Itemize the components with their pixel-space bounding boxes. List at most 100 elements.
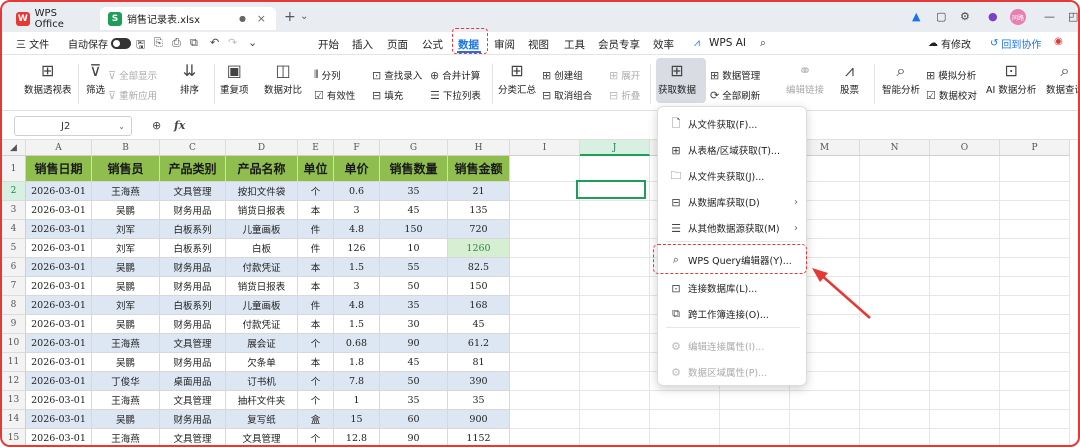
menu-view[interactable]: 视图 <box>528 37 549 52</box>
empty-cell[interactable] <box>1000 220 1070 239</box>
menu-page[interactable]: 页面 <box>387 37 408 52</box>
table-cell[interactable]: 90 <box>380 334 448 353</box>
empty-cell[interactable] <box>580 296 650 315</box>
table-cell[interactable]: 3 <box>334 201 380 220</box>
table-cell[interactable]: 文具管理 <box>160 334 226 353</box>
empty-cell[interactable] <box>930 201 1000 220</box>
modified-button[interactable]: ☁ 有修改 <box>928 36 971 51</box>
empty-cell[interactable] <box>650 391 720 410</box>
table-cell[interactable]: 销货日报表 <box>226 277 298 296</box>
row-header[interactable]: 1 <box>2 156 26 182</box>
table-cell[interactable]: 4.8 <box>334 296 380 315</box>
table-cell[interactable]: 财务用品 <box>160 277 226 296</box>
table-cell[interactable]: 刘军 <box>92 239 160 258</box>
share-icon[interactable]: ⎘ <box>154 36 163 50</box>
empty-cell[interactable] <box>1000 429 1070 445</box>
table-cell[interactable]: 财务用品 <box>160 201 226 220</box>
dropdown-item[interactable]: ⧉ 跨工作簿连接(O)... <box>658 301 808 327</box>
table-cell[interactable]: 件 <box>298 239 334 258</box>
table-cell[interactable]: 刘军 <box>92 220 160 239</box>
column-header[interactable]: A <box>26 140 92 156</box>
close-tab-icon[interactable]: × <box>257 12 266 25</box>
empty-cell[interactable] <box>860 391 930 410</box>
empty-cell[interactable] <box>650 410 720 429</box>
table-cell[interactable]: 吴鹏 <box>92 277 160 296</box>
dropdown-item[interactable]: ⊞ 从表格/区域获取(T)... <box>658 137 808 163</box>
table-cell[interactable]: 35 <box>380 182 448 201</box>
member-icon[interactable]: ● <box>988 10 998 23</box>
table-cell[interactable]: 盒 <box>298 410 334 429</box>
empty-cell[interactable] <box>580 201 650 220</box>
table-cell[interactable]: 订书机 <box>226 372 298 391</box>
show-all-button[interactable]: ⊽ 全部显示 <box>108 68 157 83</box>
column-header[interactable]: B <box>92 140 160 156</box>
name-box[interactable]: J2 ⌄ <box>14 116 132 136</box>
collapse-button[interactable]: ⊟ 折叠 <box>609 88 640 103</box>
empty-cell[interactable] <box>1000 372 1070 391</box>
table-cell[interactable]: 2026-03-01 <box>26 391 92 410</box>
settings-icon[interactable]: ⚙ <box>960 10 970 23</box>
table-cell[interactable]: 儿童画板 <box>226 220 298 239</box>
table-cell[interactable]: 本 <box>298 315 334 334</box>
empty-cell[interactable] <box>510 296 580 315</box>
column-header[interactable]: E <box>298 140 334 156</box>
empty-cell[interactable] <box>580 410 650 429</box>
empty-cell[interactable] <box>930 353 1000 372</box>
smart-analysis-button[interactable]: ⌕ 智能分析 <box>882 60 920 96</box>
empty-cell[interactable] <box>1000 201 1070 220</box>
reapply-button[interactable]: ⊽ 重新应用 <box>108 88 157 103</box>
empty-cell[interactable] <box>1000 410 1070 429</box>
table-cell[interactable]: 本 <box>298 353 334 372</box>
empty-cell[interactable] <box>510 239 580 258</box>
table-cell[interactable]: 55 <box>380 258 448 277</box>
dropdown-item[interactable]: ⚙ 数据区域属性(P)... <box>658 359 808 385</box>
empty-cell[interactable] <box>580 372 650 391</box>
empty-cell[interactable] <box>510 372 580 391</box>
table-cell[interactable]: 财务用品 <box>160 353 226 372</box>
table-cell[interactable]: 个 <box>298 391 334 410</box>
table-cell[interactable]: 付款凭证 <box>226 258 298 277</box>
empty-cell[interactable] <box>860 182 930 201</box>
table-cell[interactable]: 45 <box>380 353 448 372</box>
column-header[interactable]: G <box>380 140 448 156</box>
tab-list-chevron-icon[interactable]: ⌄ <box>300 11 308 22</box>
table-cell[interactable]: 财务用品 <box>160 258 226 277</box>
dropdown-item[interactable]: ⊟ 从数据库获取(D) › <box>658 189 808 215</box>
row-header[interactable]: 6 <box>2 258 26 277</box>
empty-cell[interactable] <box>510 182 580 201</box>
table-cell[interactable]: 2026-03-01 <box>26 315 92 334</box>
what-if-button[interactable]: ⊞ 模拟分析 <box>926 68 976 83</box>
table-cell[interactable]: 2026-03-01 <box>26 334 92 353</box>
select-all-corner[interactable]: ◢ <box>2 140 26 156</box>
tab-wps-office[interactable]: W WPS Office <box>8 7 96 30</box>
empty-cell[interactable] <box>580 277 650 296</box>
column-header[interactable]: P <box>1000 140 1070 156</box>
compare-button[interactable]: ◫ 数据对比 <box>264 60 302 96</box>
row-header[interactable]: 3 <box>2 201 26 220</box>
table-cell[interactable]: 本 <box>298 258 334 277</box>
column-header[interactable]: C <box>160 140 226 156</box>
record-icon[interactable]: ◉ <box>1054 36 1063 47</box>
menu-member[interactable]: 会员专享 <box>598 37 640 52</box>
search-icon[interactable]: ⌕ <box>760 37 766 50</box>
table-cell[interactable]: 90 <box>380 429 448 445</box>
empty-cell[interactable] <box>720 391 790 410</box>
table-cell[interactable]: 45 <box>448 315 510 334</box>
create-group-button[interactable]: ⊞ 创建组 <box>542 68 583 83</box>
dropdown-item[interactable]: ⚙ 编辑连接属性(I)... <box>658 333 808 359</box>
empty-cell[interactable] <box>510 156 580 182</box>
empty-cell[interactable] <box>1000 156 1070 182</box>
column-header[interactable]: N <box>860 140 930 156</box>
table-cell[interactable]: 150 <box>380 220 448 239</box>
row-header[interactable]: 8 <box>2 296 26 315</box>
empty-cell[interactable] <box>930 239 1000 258</box>
undo-icon[interactable]: ↶ <box>210 36 219 49</box>
menu-review[interactable]: 审阅 <box>494 37 515 52</box>
row-header[interactable]: 15 <box>2 429 26 445</box>
table-cell[interactable]: 本 <box>298 277 334 296</box>
table-cell[interactable]: 1.5 <box>334 315 380 334</box>
empty-cell[interactable] <box>1000 334 1070 353</box>
table-cell[interactable]: 2026-03-01 <box>26 410 92 429</box>
empty-cell[interactable] <box>580 353 650 372</box>
empty-cell[interactable] <box>580 429 650 445</box>
